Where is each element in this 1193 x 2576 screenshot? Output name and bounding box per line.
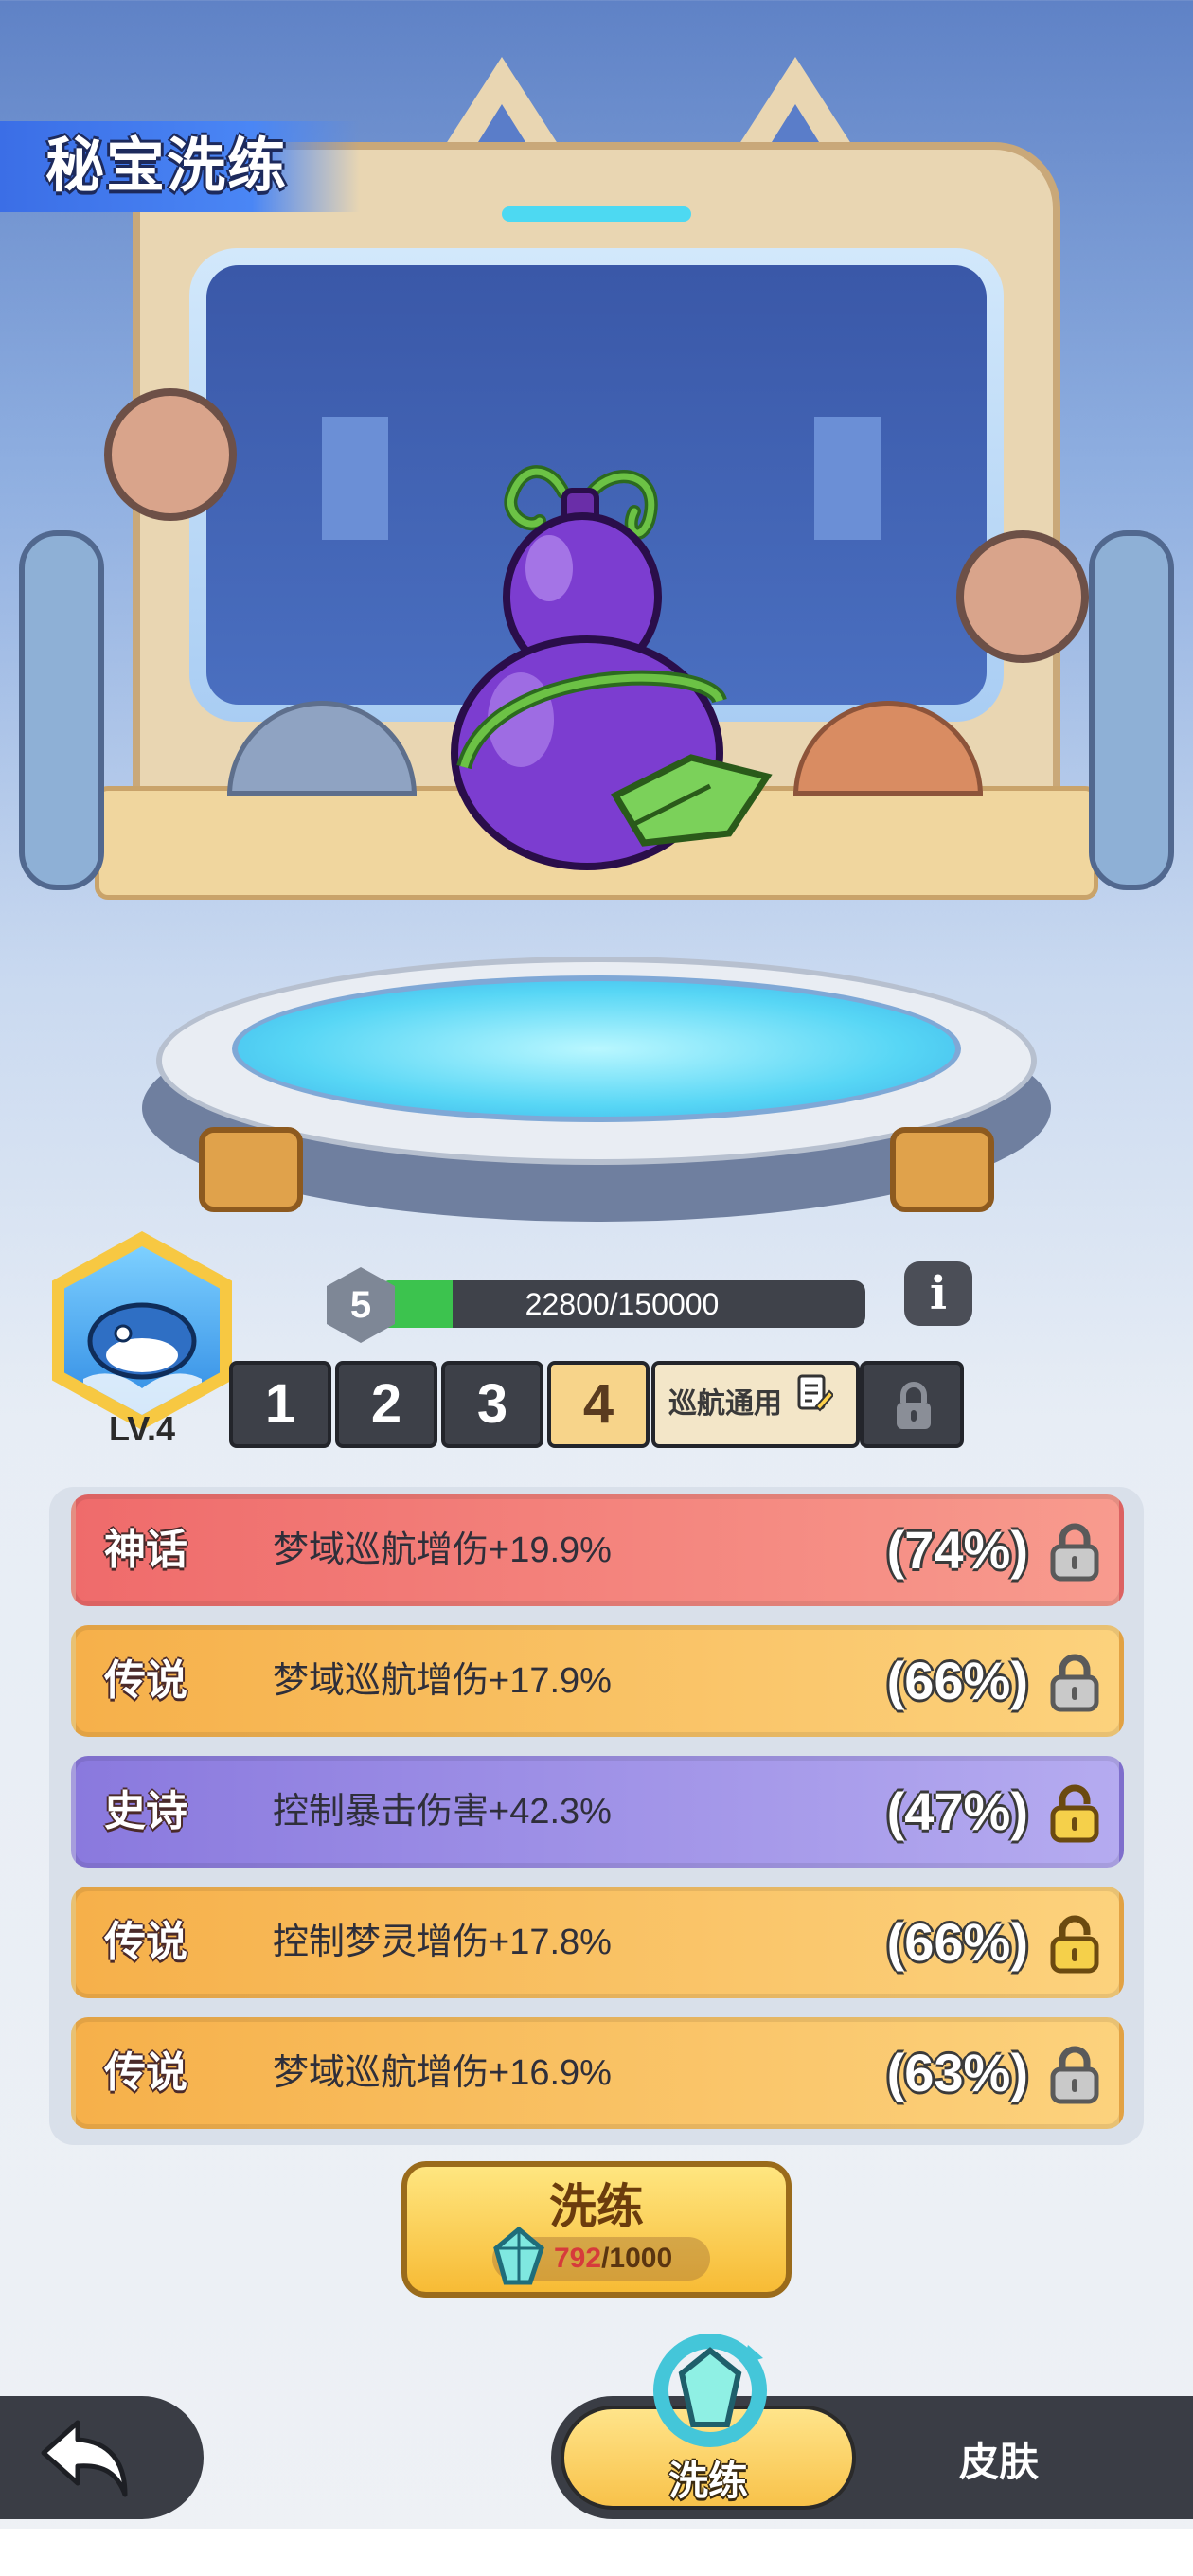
attribute-text: 控制梦灵增伤+17.8% [273,1923,612,1962]
page-title: 秘宝洗练 [45,134,289,199]
tab-slot-1[interactable]: 1 [229,1361,331,1448]
pedestal-foot-right [890,1127,994,1212]
bottom-strip [0,2529,1193,2576]
attribute-rarity: 史诗 [104,1788,187,1834]
refine-button-label: 洗练 [549,2180,644,2233]
tab-general-label: 巡航通用 [668,1388,782,1420]
attribute-row: 神话 梦域巡航增伤+19.9% (74%) [71,1494,1124,1606]
attribute-percent: (66%) [886,1912,1028,1972]
tab-locked[interactable] [860,1361,964,1448]
robot-eye-right [956,530,1089,663]
lock-icon[interactable] [1047,1522,1102,1583]
pedestal-foot-left [199,1127,303,1212]
robot-arm-left [19,530,104,890]
attribute-text: 控制暴击伤害+42.3% [273,1792,612,1832]
lock-icon[interactable] [1047,2045,1102,2105]
lock-icon [897,1382,931,1429]
attribute-percent: (47%) [886,1781,1028,1841]
unlock-icon[interactable] [1047,1914,1102,1975]
tab-slot-4[interactable]: 4 [547,1361,650,1448]
attribute-text: 梦域巡航增伤+17.9% [273,1661,612,1701]
attribute-percent: (66%) [886,1651,1028,1710]
unlock-icon[interactable] [1047,1783,1102,1844]
attribute-row: 传说 梦域巡航增伤+17.9% (66%) [71,1625,1124,1737]
refine-cost-current: 792 [554,2243,602,2274]
refine-cost: 792/1000 [554,2237,672,2281]
attribute-rarity: 神话 [104,1527,187,1573]
nav-tab-skin[interactable]: 皮肤 [899,2430,1098,2488]
robot-eye-left [104,388,237,521]
refresh-crystal-icon [644,2326,776,2449]
tab-slot-3[interactable]: 3 [441,1361,543,1448]
purple-gourd-icon[interactable] [398,455,795,890]
machine-light-bar [502,206,691,222]
attribute-percent: (74%) [886,1520,1028,1580]
avatar-level: LV.4 [108,1409,176,1448]
lock-icon[interactable] [1047,1653,1102,1713]
exp-text: 22800/150000 [525,1287,720,1321]
attribute-rarity: 传说 [104,1657,187,1704]
tab-general[interactable]: 巡航通用 [651,1361,860,1448]
back-button[interactable] [0,2396,204,2519]
pedestal-glow [232,975,961,1122]
tab-slot-2[interactable]: 2 [335,1361,437,1448]
back-arrow-icon [41,2420,128,2497]
attribute-row: 史诗 控制暴击伤害+42.3% (47%) [71,1756,1124,1868]
info-button[interactable]: i [904,1261,972,1326]
screen-pixel-eye-left [322,417,388,540]
attribute-percent: (63%) [886,2043,1028,2102]
screen-pixel-eye-right [814,417,881,540]
attribute-text: 梦域巡航增伤+19.9% [273,1530,612,1570]
attribute-rarity: 传说 [104,2049,187,2096]
attribute-row: 传说 控制梦灵增伤+17.8% (66%) [71,1887,1124,1998]
crystal-icon [492,2226,545,2288]
attribute-row: 传说 梦域巡航增伤+16.9% (63%) [71,2017,1124,2129]
nav-tab-refine-label: 洗练 [668,2459,748,2503]
level-badge-number: 5 [349,1284,372,1326]
robot-arm-right [1089,530,1174,890]
edit-icon [795,1366,835,1445]
attribute-rarity: 传说 [104,1919,187,1965]
attribute-text: 梦域巡航增伤+16.9% [273,2053,612,2093]
refine-cost-max: /1000 [601,2243,673,2274]
